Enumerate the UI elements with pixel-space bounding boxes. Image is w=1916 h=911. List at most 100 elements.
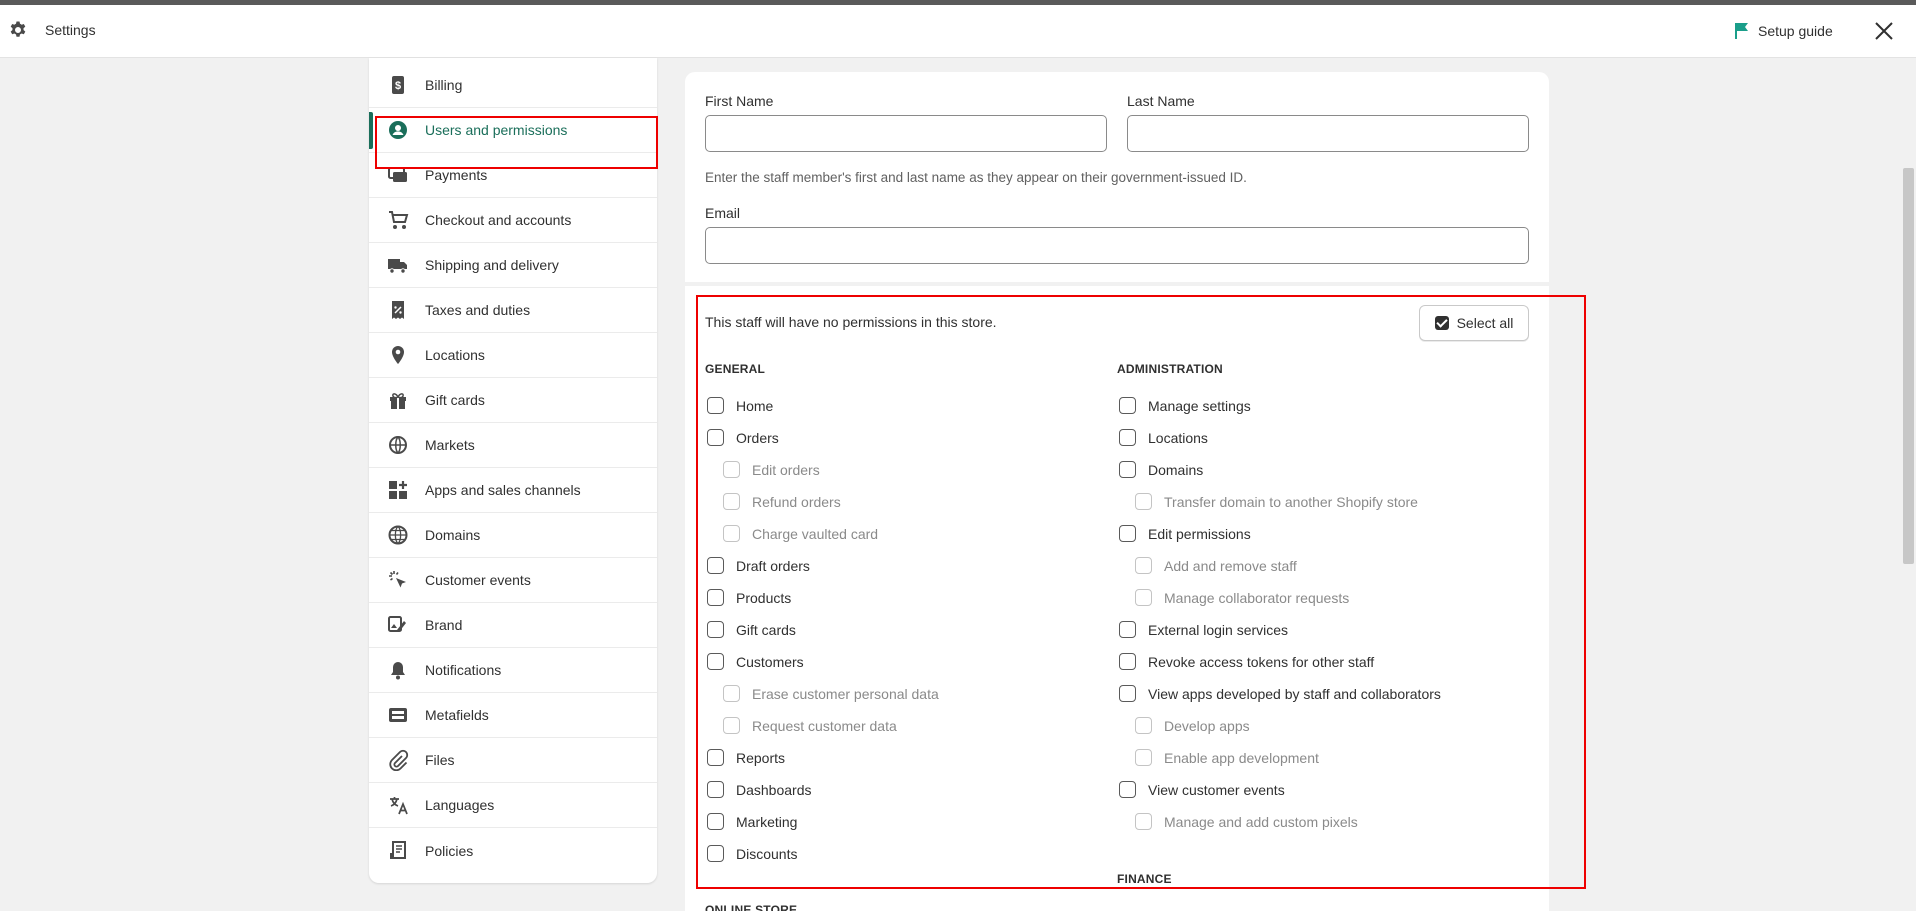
permission-label: Products bbox=[736, 589, 792, 606]
sidebar-item-label: Policies bbox=[425, 842, 474, 859]
permission-label: External login services bbox=[1148, 621, 1289, 638]
permission-label: Gift cards bbox=[736, 621, 796, 638]
checkbox[interactable] bbox=[1135, 749, 1152, 766]
sidebar-item-label: Taxes and duties bbox=[425, 302, 531, 318]
permission-discounts[interactable]: Discounts bbox=[707, 845, 797, 862]
permission-orders[interactable]: Orders bbox=[707, 429, 779, 446]
sidebar-item-taxes-and-duties[interactable]: Taxes and duties bbox=[369, 288, 657, 333]
sidebar-item-languages[interactable]: Languages bbox=[369, 783, 657, 828]
permission-charge-vaulted-card[interactable]: Charge vaulted card bbox=[723, 525, 878, 542]
permission-dashboards[interactable]: Dashboards bbox=[707, 781, 812, 798]
permission-customers[interactable]: Customers bbox=[707, 653, 804, 670]
checkbox[interactable] bbox=[707, 749, 724, 766]
checkbox[interactable] bbox=[707, 557, 724, 574]
sidebar-item-label: Files bbox=[425, 752, 455, 768]
permission-manage-settings[interactable]: Manage settings bbox=[1119, 397, 1251, 414]
sidebar-item-locations[interactable]: Locations bbox=[369, 333, 657, 378]
permission-label: Erase customer personal data bbox=[752, 685, 939, 702]
checkbox[interactable] bbox=[707, 429, 724, 446]
setup-guide-button[interactable]: Setup guide bbox=[1734, 22, 1833, 40]
permission-manage-collaborator-requests[interactable]: Manage collaborator requests bbox=[1135, 589, 1349, 606]
checkbox[interactable] bbox=[707, 653, 724, 670]
policy-icon bbox=[390, 841, 406, 859]
permission-erase-customer-personal-data[interactable]: Erase customer personal data bbox=[723, 685, 939, 702]
permission-home[interactable]: Home bbox=[707, 397, 773, 414]
permission-label: Customers bbox=[736, 653, 804, 670]
checkbox[interactable] bbox=[1119, 653, 1136, 670]
permission-revoke-access-tokens-for-other-staff[interactable]: Revoke access tokens for other staff bbox=[1119, 653, 1374, 670]
permission-gift-cards[interactable]: Gift cards bbox=[707, 621, 796, 638]
checkbox[interactable] bbox=[707, 589, 724, 606]
checkbox[interactable] bbox=[1135, 557, 1152, 574]
checkbox[interactable] bbox=[1135, 493, 1152, 510]
permission-edit-orders[interactable]: Edit orders bbox=[723, 461, 820, 478]
sidebar-item-files[interactable]: Files bbox=[369, 738, 657, 783]
last-name-field[interactable] bbox=[1127, 115, 1529, 152]
permission-reports[interactable]: Reports bbox=[707, 749, 785, 766]
checkbox[interactable] bbox=[1119, 429, 1136, 446]
permission-draft-orders[interactable]: Draft orders bbox=[707, 557, 810, 574]
sidebar-item-domains[interactable]: Domains bbox=[369, 513, 657, 558]
permission-external-login-services[interactable]: External login services bbox=[1119, 621, 1288, 638]
sidebar-item-billing[interactable]: $ Billing bbox=[369, 63, 657, 108]
sidebar-item-markets[interactable]: Markets bbox=[369, 423, 657, 468]
sidebar-item-customer-events[interactable]: Customer events bbox=[369, 558, 657, 603]
sidebar-item-metafields[interactable]: Metafields bbox=[369, 693, 657, 738]
select-all-label: Select all bbox=[1456, 315, 1514, 331]
checkbox[interactable] bbox=[723, 525, 740, 542]
scrollbar-thumb[interactable] bbox=[1903, 168, 1914, 564]
permission-products[interactable]: Products bbox=[707, 589, 791, 606]
checkbox[interactable] bbox=[1119, 781, 1136, 798]
sidebar-item-notifications[interactable]: Notifications bbox=[369, 648, 657, 693]
checkbox[interactable] bbox=[707, 397, 724, 414]
permission-edit-permissions[interactable]: Edit permissions bbox=[1119, 525, 1251, 542]
checkbox[interactable] bbox=[723, 493, 740, 510]
permission-locations[interactable]: Locations bbox=[1119, 429, 1208, 446]
checkbox[interactable] bbox=[723, 461, 740, 478]
permission-view-apps-developed-by-staff-and-collaborators[interactable]: View apps developed by staff and collabo… bbox=[1119, 685, 1441, 702]
checkbox[interactable] bbox=[1119, 685, 1136, 702]
checkbox[interactable] bbox=[1135, 589, 1152, 606]
truck-icon bbox=[388, 259, 407, 274]
checkbox[interactable] bbox=[707, 781, 724, 798]
checkbox[interactable] bbox=[1135, 717, 1152, 734]
checkbox[interactable] bbox=[723, 685, 740, 702]
permission-enable-app-development[interactable]: Enable app development bbox=[1135, 749, 1319, 766]
close-icon[interactable] bbox=[1872, 19, 1896, 43]
permission-label: Draft orders bbox=[736, 557, 810, 574]
sidebar-item-brand[interactable]: Brand bbox=[369, 603, 657, 648]
general-heading: GENERAL bbox=[705, 362, 766, 376]
checkbox[interactable] bbox=[723, 717, 740, 734]
checkbox[interactable] bbox=[1119, 461, 1136, 478]
permission-transfer-domain-to-another-shopify-store[interactable]: Transfer domain to another Shopify store bbox=[1135, 493, 1418, 510]
permission-add-and-remove-staff[interactable]: Add and remove staff bbox=[1135, 557, 1297, 574]
checkbox[interactable] bbox=[707, 845, 724, 862]
sidebar-item-gift-cards[interactable]: Gift cards bbox=[369, 378, 657, 423]
online-store-heading: ONLINE STORE bbox=[705, 903, 798, 911]
checkbox[interactable] bbox=[1135, 813, 1152, 830]
permission-label: Manage settings bbox=[1148, 397, 1251, 414]
permission-domains[interactable]: Domains bbox=[1119, 461, 1203, 478]
permission-label: Enable app development bbox=[1164, 749, 1319, 766]
sidebar-item-apps-and-sales-channels[interactable]: Apps and sales channels bbox=[369, 468, 657, 513]
permission-marketing[interactable]: Marketing bbox=[707, 813, 797, 830]
email-field[interactable] bbox=[705, 227, 1529, 264]
select-all-button[interactable]: Select all bbox=[1419, 305, 1529, 341]
sidebar-item-shipping-and-delivery[interactable]: Shipping and delivery bbox=[369, 243, 657, 288]
checkbox[interactable] bbox=[1119, 621, 1136, 638]
permission-request-customer-data[interactable]: Request customer data bbox=[723, 717, 897, 734]
checkbox[interactable] bbox=[1119, 525, 1136, 542]
permission-view-customer-events[interactable]: View customer events bbox=[1119, 781, 1285, 798]
first-name-field[interactable] bbox=[705, 115, 1107, 152]
sidebar-item-policies[interactable]: Policies bbox=[369, 828, 657, 873]
checkbox[interactable] bbox=[707, 621, 724, 638]
permission-manage-and-add-custom-pixels[interactable]: Manage and add custom pixels bbox=[1135, 813, 1358, 830]
permission-develop-apps[interactable]: Develop apps bbox=[1135, 717, 1250, 734]
checkbox[interactable] bbox=[707, 813, 724, 830]
bell-icon bbox=[391, 662, 405, 680]
permission-label: Edit orders bbox=[752, 461, 820, 478]
permission-refund-orders[interactable]: Refund orders bbox=[723, 493, 841, 510]
checkbox[interactable] bbox=[1119, 397, 1136, 414]
sidebar-item-checkout-and-accounts[interactable]: Checkout and accounts bbox=[369, 198, 657, 243]
permission-label: Locations bbox=[1148, 429, 1208, 446]
